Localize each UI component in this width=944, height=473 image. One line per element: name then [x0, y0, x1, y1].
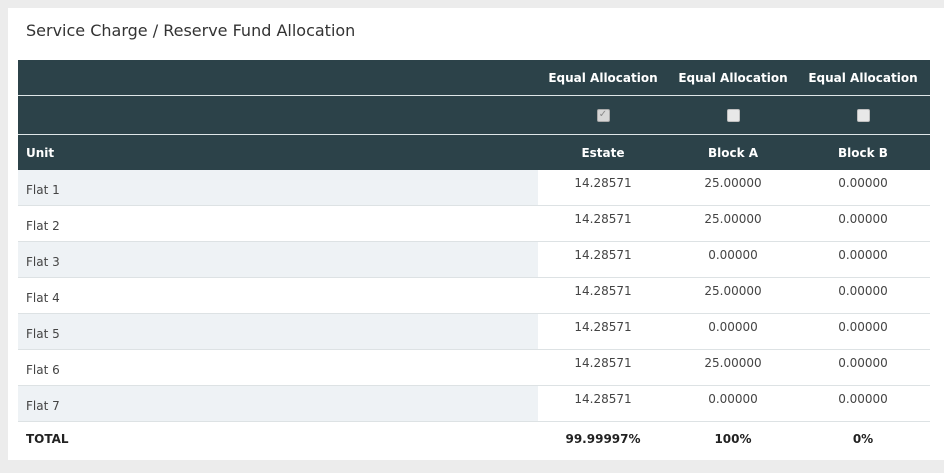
equal-allocation-label-estate: Equal Allocation	[548, 70, 658, 85]
header-blank-1	[18, 60, 538, 95]
unit-name: Flat 5	[18, 314, 538, 349]
value-block-b: 0.00000	[798, 206, 928, 241]
value-block-b: 0.00000	[798, 350, 928, 385]
header-row-checkboxes: ✓	[18, 95, 930, 134]
value-estate: 14.28571	[538, 242, 668, 277]
column-header-estate: Estate	[581, 145, 625, 160]
equal-allocation-label-block-b: Equal Allocation	[808, 70, 918, 85]
allocation-table: Equal Allocation Equal Allocation Equal …	[18, 60, 930, 460]
allocation-panel: Service Charge / Reserve Fund Allocation…	[8, 8, 944, 460]
checkbox-cell-estate: ✓	[538, 96, 668, 134]
value-block-a: 0.00000	[668, 242, 798, 277]
value-block-a: 25.00000	[668, 278, 798, 313]
value-block-b: 0.00000	[798, 242, 928, 277]
unit-name: Flat 6	[18, 350, 538, 385]
value-estate: 14.28571	[538, 206, 668, 241]
column-header-block-a: Block A	[707, 145, 759, 160]
total-block-b: 0%	[852, 432, 874, 446]
value-block-a: 25.00000	[668, 350, 798, 385]
header-row-allocation: Equal Allocation Equal Allocation Equal …	[18, 60, 930, 95]
total-block-a: 100%	[714, 432, 752, 446]
value-estate: 14.28571	[538, 170, 668, 205]
unit-name: Flat 1	[18, 170, 538, 205]
table-row: Flat 3 14.28571 0.00000 0.00000	[18, 242, 930, 278]
unit-column-header: Unit	[26, 145, 55, 160]
column-header-block-b: Block B	[838, 145, 888, 160]
header-row-columns: Unit Estate Block A Block B	[18, 134, 930, 170]
value-block-a: 0.00000	[668, 386, 798, 421]
table-row: Flat 4 14.28571 25.00000 0.00000	[18, 278, 930, 314]
table-row: Flat 2 14.28571 25.00000 0.00000	[18, 206, 930, 242]
header-blank-2	[18, 96, 538, 134]
checkbox-cell-block-a	[668, 96, 798, 134]
equal-allocation-checkbox-block-b[interactable]	[856, 108, 870, 122]
checkbox-cell-block-b	[798, 96, 928, 134]
value-block-a: 0.00000	[668, 314, 798, 349]
total-row: TOTAL 99.99997% 100% 0%	[18, 422, 930, 460]
total-estate: 99.99997%	[565, 432, 641, 446]
value-estate: 14.28571	[538, 350, 668, 385]
value-block-b: 0.00000	[798, 278, 928, 313]
equal-allocation-label-block-a: Equal Allocation	[678, 70, 788, 85]
value-block-b: 0.00000	[798, 314, 928, 349]
value-block-b: 0.00000	[798, 386, 928, 421]
table-row: Flat 6 14.28571 25.00000 0.00000	[18, 350, 930, 386]
unit-name: Flat 4	[18, 278, 538, 313]
value-estate: 14.28571	[538, 314, 668, 349]
panel-title: Service Charge / Reserve Fund Allocation	[26, 21, 356, 40]
value-estate: 14.28571	[538, 278, 668, 313]
value-block-a: 25.00000	[668, 206, 798, 241]
value-estate: 14.28571	[538, 386, 668, 421]
equal-allocation-checkbox-block-a[interactable]	[726, 108, 740, 122]
value-block-b: 0.00000	[798, 170, 928, 205]
table-row: Flat 5 14.28571 0.00000 0.00000	[18, 314, 930, 350]
unit-name: Flat 2	[18, 206, 538, 241]
unit-name: Flat 7	[18, 386, 538, 421]
table-row: Flat 7 14.28571 0.00000 0.00000	[18, 386, 930, 422]
table-row: Flat 1 14.28571 25.00000 0.00000	[18, 170, 930, 206]
value-block-a: 25.00000	[668, 170, 798, 205]
equal-allocation-checkbox-estate[interactable]: ✓	[596, 108, 610, 122]
total-label: TOTAL	[26, 432, 69, 446]
unit-name: Flat 3	[18, 242, 538, 277]
